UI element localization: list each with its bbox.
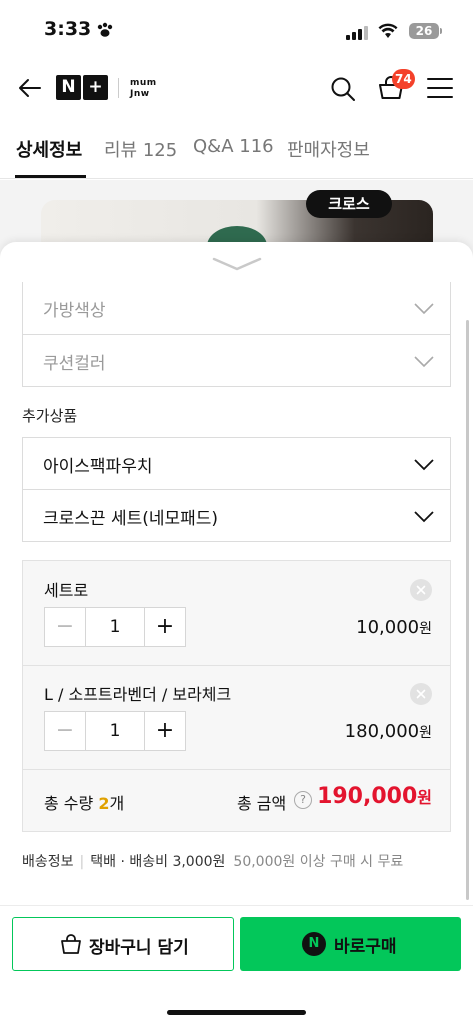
total-quantity-prefix: 총 수량 [44, 794, 99, 813]
add-to-cart-label: 장바구니 담기 [89, 938, 189, 958]
cushion-color-label: 쿠션컬러 [43, 354, 106, 374]
sheet-collapse-chevron-icon[interactable] [212, 256, 262, 276]
scrollbar[interactable] [466, 320, 469, 900]
quantity-value[interactable]: 1 [85, 608, 145, 646]
chevron-down-icon [414, 456, 434, 475]
item-price-unit: 원 [419, 621, 432, 637]
chevron-down-icon [414, 508, 434, 527]
bag-color-select[interactable]: 가방색상 [22, 282, 451, 335]
addon-icepack-select[interactable]: 아이스팩파우치 [22, 437, 451, 490]
product-badge: 크로스 [306, 190, 392, 218]
help-icon[interactable]: ? [294, 791, 312, 809]
svg-text:Jnw: Jnw [129, 89, 150, 98]
hamburger-menu-icon[interactable] [427, 77, 453, 103]
item-price: 180,000원 [345, 721, 432, 742]
selected-item: L / 소프트라벤더 / 보라체크 − 1 + 180,000원 [23, 665, 450, 769]
naver-pay-icon: N [302, 932, 326, 956]
status-time: 3:33 [44, 18, 92, 40]
chevron-down-icon [414, 300, 434, 319]
item-price-value: 10,000 [356, 617, 420, 638]
buy-now-label: 바로구매 [334, 937, 397, 957]
shipping-detail: 택배 · 배송비 3,000원 [90, 854, 226, 870]
chevron-down-icon [414, 353, 434, 372]
tab-detail-info[interactable]: 상세정보 [16, 136, 82, 162]
status-bar: 3:33 26 [0, 0, 473, 60]
quantity-value[interactable]: 1 [85, 712, 145, 750]
item-price: 10,000원 [356, 617, 432, 638]
battery-indicator: 26 [409, 23, 439, 39]
remove-item-button[interactable] [410, 579, 432, 601]
addon-cross-strap-select[interactable]: 크로스끈 세트(네모패드) [22, 489, 451, 542]
decrease-quantity-button[interactable]: − [45, 712, 85, 750]
quantity-stepper: − 1 + [44, 607, 186, 647]
search-icon[interactable] [330, 76, 356, 106]
quantity-stepper: − 1 + [44, 711, 186, 751]
logo-n: N [56, 75, 81, 100]
increase-quantity-button[interactable]: + [145, 712, 185, 750]
wifi-icon [378, 23, 398, 42]
total-amount-unit: 원 [417, 788, 432, 807]
item-price-unit: 원 [419, 725, 432, 741]
cushion-color-select[interactable]: 쿠션컬러 [22, 334, 451, 387]
add-to-cart-button[interactable]: 장바구니 담기 [12, 917, 234, 971]
back-arrow-icon[interactable] [18, 76, 42, 104]
svg-text:mum: mum [130, 78, 157, 88]
selected-items-panel: 세트로 − 1 + 10,000원 L / 소프트라벤더 / 보라체크 − 1 … [22, 560, 451, 832]
addon-icepack-label: 아이스팩파우치 [43, 457, 153, 477]
battery-tip [440, 28, 442, 34]
naver-plus-logo[interactable]: N + [56, 75, 110, 100]
selected-item: 세트로 − 1 + 10,000원 [23, 561, 450, 665]
total-quantity-count: 2 [98, 794, 110, 813]
cart-count-badge: 74 [392, 69, 415, 89]
free-shipping-note: 50,000원 이상 구매 시 무료 [233, 854, 404, 870]
decrease-quantity-button[interactable]: − [45, 608, 85, 646]
cellular-signal-icon [346, 25, 368, 44]
total-amount-value: 190,000 [317, 784, 418, 809]
tab-qna[interactable]: Q&A 116 [193, 136, 274, 157]
addon-section-label: 추가상품 [22, 407, 78, 425]
brand-logo[interactable]: mum Jnw [129, 76, 157, 101]
order-total-row: 총 수량 2개 총 금액 ? 190,000원 [23, 769, 450, 831]
logo-divider [118, 78, 119, 98]
shopping-bag-icon [60, 933, 82, 959]
home-indicator [167, 1010, 306, 1015]
product-tabs: 상세정보 리뷰 125 Q&A 116 판매자정보 [0, 124, 473, 179]
active-tab-indicator [15, 175, 86, 178]
item-price-value: 180,000 [344, 721, 420, 742]
tab-reviews[interactable]: 리뷰 125 [104, 136, 177, 162]
addon-cross-strap-label: 크로스끈 세트(네모패드) [43, 509, 219, 529]
shipping-info: 배송정보 | 택배 · 배송비 3,000원 50,000원 이상 구매 시 무료 [22, 851, 403, 871]
increase-quantity-button[interactable]: + [145, 608, 185, 646]
top-navigation: N + mum Jnw 74 [0, 60, 473, 118]
total-amount-label: 총 금액 [237, 794, 287, 813]
total-quantity-suffix: 개 [109, 794, 125, 813]
selected-item-name: L / 소프트라벤더 / 보라체크 [44, 685, 232, 704]
bag-color-label: 가방색상 [43, 301, 106, 321]
buy-now-button[interactable]: N 바로구매 [240, 917, 461, 971]
tab-seller-info[interactable]: 판매자정보 [287, 136, 370, 162]
paw-icon [96, 22, 114, 42]
footer-divider [0, 905, 473, 906]
remove-item-button[interactable] [410, 683, 432, 705]
selected-item-name: 세트로 [44, 581, 89, 600]
logo-plus: + [83, 75, 108, 100]
total-amount: 190,000원 [317, 784, 432, 809]
total-quantity: 총 수량 2개 [44, 790, 124, 814]
shipping-separator: | [79, 854, 85, 870]
shipping-label: 배송정보 [22, 854, 74, 870]
